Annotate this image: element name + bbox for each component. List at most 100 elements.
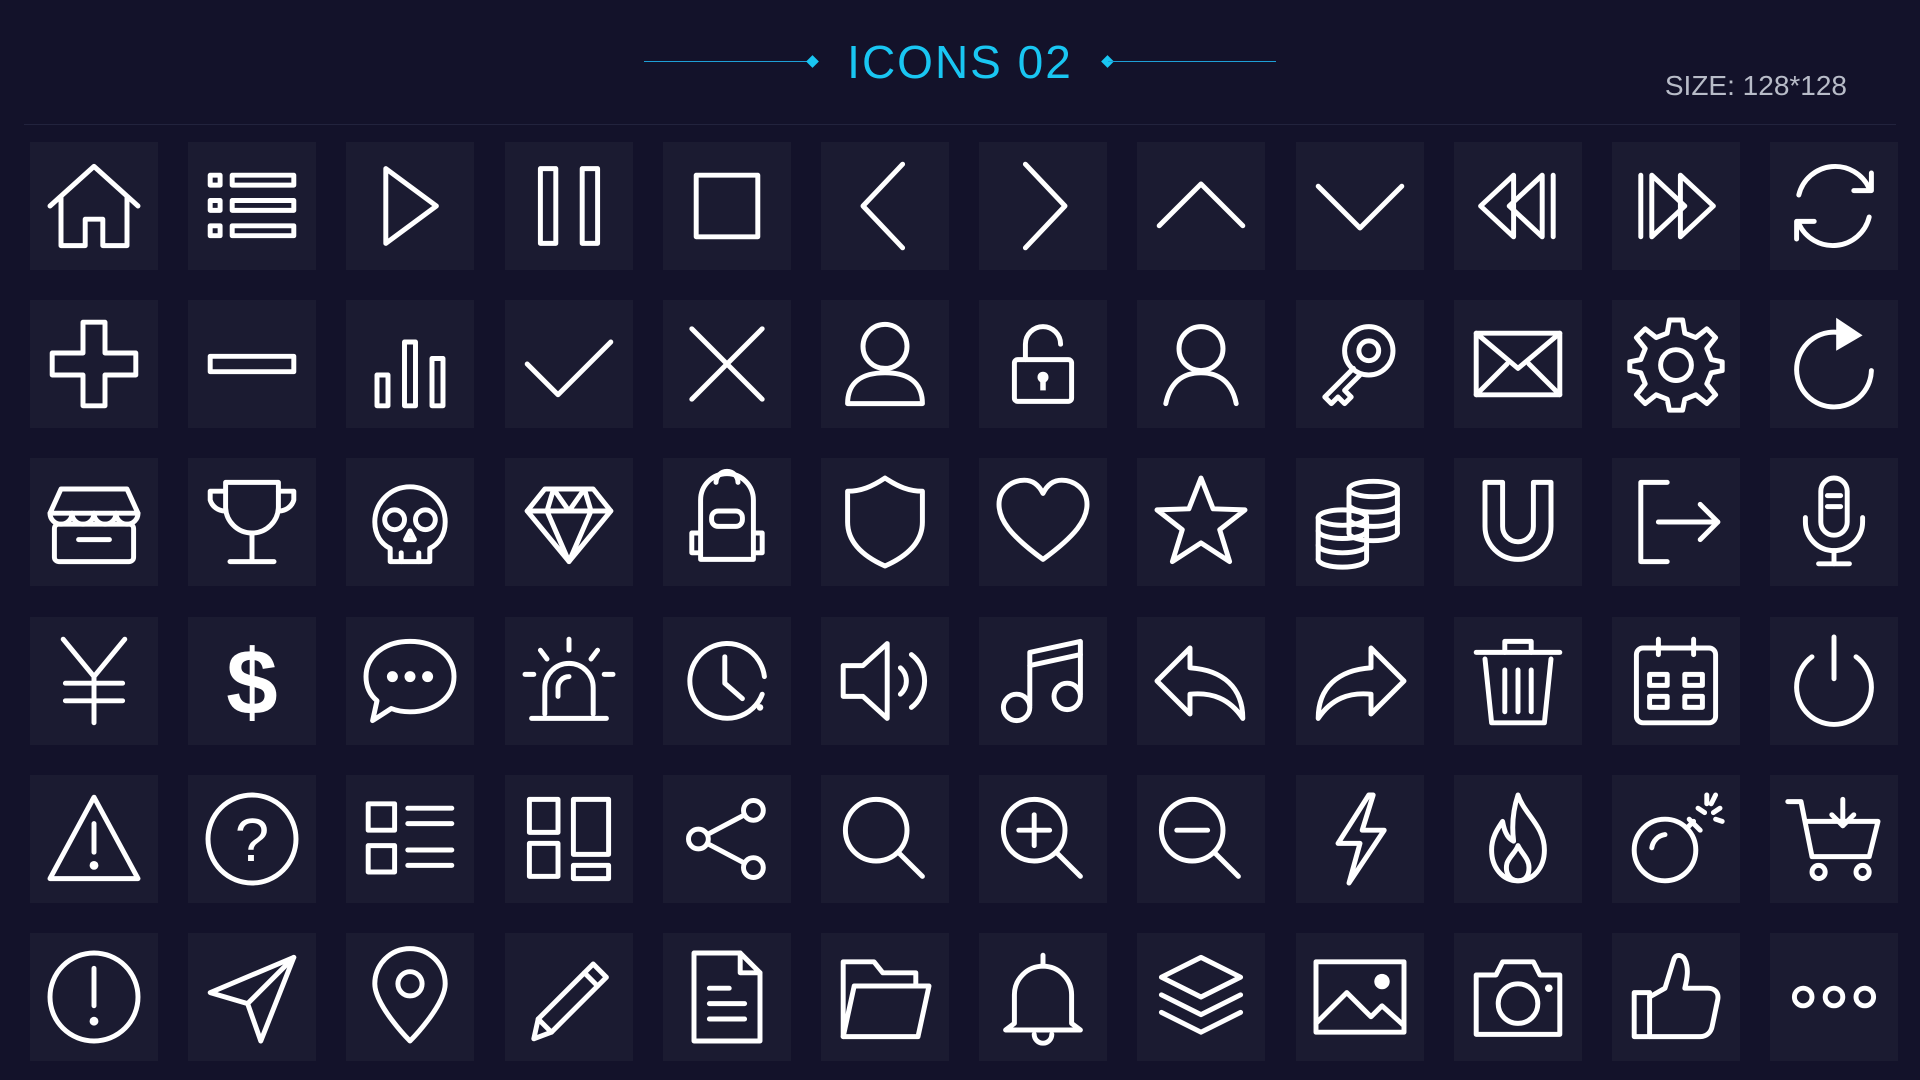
more-icon	[1791, 985, 1877, 1009]
icon-tile	[1137, 142, 1265, 270]
microphone-icon	[1802, 475, 1866, 567]
chevron-up-icon	[1156, 181, 1246, 229]
image-icon	[1313, 959, 1407, 1035]
close-icon	[689, 326, 765, 402]
icon-tile	[1612, 300, 1740, 428]
icon-tile	[1454, 458, 1582, 586]
icon-tile	[346, 933, 474, 1061]
icon-tile	[979, 617, 1107, 745]
icon-tile	[1454, 933, 1582, 1061]
thumbs-up-icon	[1631, 953, 1721, 1040]
icon-tile	[188, 300, 316, 428]
icon-tile	[505, 933, 633, 1061]
chevron-left-icon	[860, 161, 906, 251]
document-icon	[691, 950, 763, 1044]
icon-tile	[663, 933, 791, 1061]
power-icon	[1794, 634, 1874, 727]
forward-icon	[1315, 645, 1407, 721]
icon-tile	[663, 142, 791, 270]
icon-tile	[1770, 933, 1898, 1061]
stop-icon	[693, 172, 761, 240]
bar-chart-icon	[374, 339, 446, 409]
navigation-icon	[207, 954, 297, 1044]
icon-tile	[1454, 775, 1582, 903]
zoom-out-icon	[1158, 796, 1241, 879]
icon-tile	[1296, 933, 1424, 1061]
pencil-icon	[531, 961, 609, 1042]
heart-icon	[996, 477, 1090, 562]
icon-tile	[1612, 933, 1740, 1061]
exclamation-icon	[47, 950, 141, 1044]
logout-icon	[1638, 479, 1721, 565]
backpack-icon	[689, 469, 765, 562]
list-icon	[207, 172, 297, 239]
icon-tile	[979, 933, 1107, 1061]
chevron-right-icon	[1022, 161, 1068, 251]
icon-tile	[188, 458, 316, 586]
title-rule-right	[1108, 61, 1276, 62]
gear-icon	[1627, 317, 1725, 413]
icon-tile	[821, 617, 949, 745]
zoom-in-icon	[1000, 796, 1083, 879]
icon-tile	[979, 458, 1107, 586]
icon-tile	[30, 775, 158, 903]
icon-sheet: ICONS 02 SIZE: 128*128 $?	[0, 0, 1920, 1080]
icon-tile	[1612, 458, 1740, 586]
icon-tile	[979, 142, 1107, 270]
cart-icon	[1785, 796, 1881, 882]
lock-icon	[1011, 324, 1075, 404]
icon-tile	[1296, 775, 1424, 903]
icon-tile	[821, 775, 949, 903]
volume-icon	[840, 641, 927, 721]
icon-tile	[979, 300, 1107, 428]
store-icon	[47, 486, 141, 565]
icon-grid: $?	[30, 142, 1898, 1072]
icon-tile	[1296, 300, 1424, 428]
page-title: ICONS 02	[847, 36, 1073, 88]
icon-tile	[1612, 775, 1740, 903]
icon-tile	[505, 458, 633, 586]
chat-icon	[363, 638, 457, 724]
user-outline-icon	[1163, 324, 1239, 407]
search-icon	[842, 796, 925, 879]
bell-icon	[1003, 952, 1083, 1046]
icon-tile	[1296, 617, 1424, 745]
redo-icon	[1794, 317, 1874, 410]
icon-tile	[821, 933, 949, 1061]
layers-icon	[1158, 954, 1244, 1035]
rewind-icon	[1478, 172, 1556, 240]
play-icon	[383, 166, 439, 246]
icon-tile	[30, 617, 158, 745]
calendar-icon	[1633, 636, 1719, 726]
icon-tile	[979, 775, 1107, 903]
minus-icon	[207, 353, 297, 375]
shield-icon	[845, 475, 925, 569]
icon-tile	[1612, 142, 1740, 270]
icon-tile	[30, 933, 158, 1061]
icon-tile	[30, 458, 158, 586]
icon-tile	[1296, 142, 1424, 270]
icon-tile	[188, 933, 316, 1061]
icon-tile	[1454, 617, 1582, 745]
home-icon	[47, 163, 141, 249]
icon-tile	[1454, 300, 1582, 428]
icon-tile	[346, 142, 474, 270]
fast-forward-icon	[1638, 172, 1716, 240]
plus-icon	[49, 319, 139, 409]
icon-tile	[346, 617, 474, 745]
icon-tile	[663, 458, 791, 586]
folder-icon	[840, 959, 932, 1040]
bomb-icon	[1631, 792, 1725, 884]
alarm-icon	[522, 636, 616, 721]
icon-tile	[1137, 300, 1265, 428]
skull-icon	[372, 484, 448, 565]
icon-tile	[1454, 142, 1582, 270]
icon-tile	[1137, 933, 1265, 1061]
icon-tile	[821, 458, 949, 586]
refresh-icon	[1794, 163, 1874, 249]
lightning-icon	[1335, 792, 1387, 886]
list-view-icon	[365, 801, 455, 875]
dollar-icon: $	[226, 630, 277, 734]
icon-tile	[188, 142, 316, 270]
warning-icon	[47, 794, 141, 882]
